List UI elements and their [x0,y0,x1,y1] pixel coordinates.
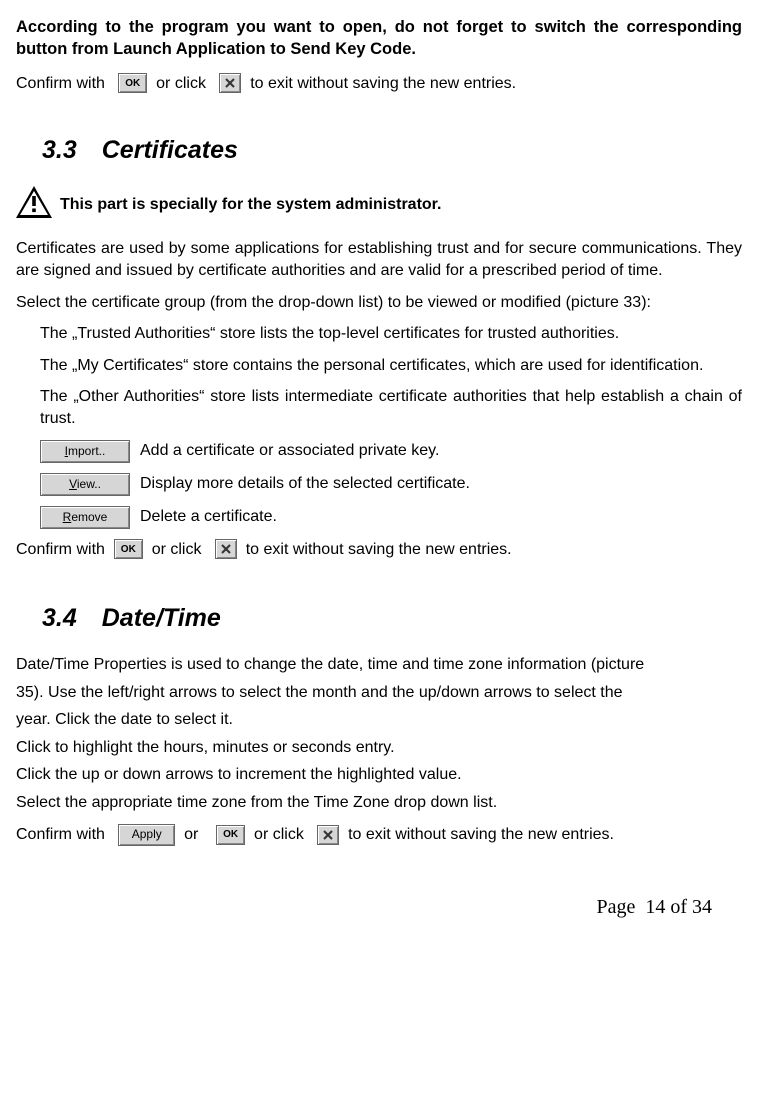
admin-warning-row: This part is specially for the system ad… [16,186,742,225]
other-authorities-item: The „Other Authorities“ store lists inte… [40,386,742,429]
view-button[interactable]: View.. [40,473,130,496]
confirm3-text-d: to exit without saving the new entries. [348,826,614,843]
heading-datetime: 3.4 Date/Time [42,602,742,636]
confirm-line-2: Confirm with OK or click to exit without… [16,539,742,561]
heading-certificates: 3.3 Certificates [42,134,742,168]
close-button[interactable] [219,73,241,93]
ok-button[interactable]: OK [216,825,245,845]
confirm3-text-c: or click [254,826,304,843]
close-button[interactable] [317,825,339,845]
import-button[interactable]: Import.. [40,440,130,463]
datetime-line-6: Select the appropriate time zone from th… [16,792,742,814]
datetime-line-5: Click the up or down arrows to increment… [16,764,742,786]
view-description: Display more details of the selected cer… [140,473,470,495]
confirm-line-1: Confirm with OK or click to exit without… [16,73,742,95]
confirm2-text-b: or click [152,541,202,558]
confirm2-text-a: Confirm with [16,541,105,558]
confirm1-text-a: Confirm with [16,75,105,92]
confirm3-text-b: or [184,826,198,843]
my-certificates-item: The „My Certificates“ store contains the… [40,355,742,377]
import-description: Add a certificate or associated private … [140,440,439,462]
import-button-row: Import.. Add a certificate or associated… [40,440,742,463]
ok-button[interactable]: OK [118,73,147,93]
confirm-line-3: Confirm with Apply or OK or click to exi… [16,824,742,846]
cert-select-paragraph: Select the certificate group (from the d… [16,292,742,314]
apply-button[interactable]: Apply [118,824,175,846]
warning-icon [16,186,52,225]
confirm1-text-b: or click [152,75,215,92]
remove-button-row: Remove Delete a certificate. [40,506,742,529]
page-number-footer: Page 14 of 34 [16,894,742,921]
view-button-row: View.. Display more details of the selec… [40,473,742,496]
intro-bold-paragraph: According to the program you want to ope… [16,16,742,61]
admin-note-text: This part is specially for the system ad… [60,194,441,216]
remove-description: Delete a certificate. [140,506,277,528]
confirm2-text-c: to exit without saving the new entries. [246,541,512,558]
confirm1-text-c: to exit without saving the new entries. [246,75,516,92]
close-button[interactable] [215,539,237,559]
confirm3-text-a: Confirm with [16,826,105,843]
datetime-line-2: 35). Use the left/right arrows to select… [16,682,742,704]
ok-button[interactable]: OK [114,539,143,559]
datetime-line-1: Date/Time Properties is used to change t… [16,654,742,676]
remove-button[interactable]: Remove [40,506,130,529]
datetime-line-4: Click to highlight the hours, minutes or… [16,737,742,759]
trusted-authorities-item: The „Trusted Authorities“ store lists th… [40,323,742,345]
datetime-line-3: year. Click the date to select it. [16,709,742,731]
cert-intro-paragraph: Certificates are used by some applicatio… [16,238,742,281]
